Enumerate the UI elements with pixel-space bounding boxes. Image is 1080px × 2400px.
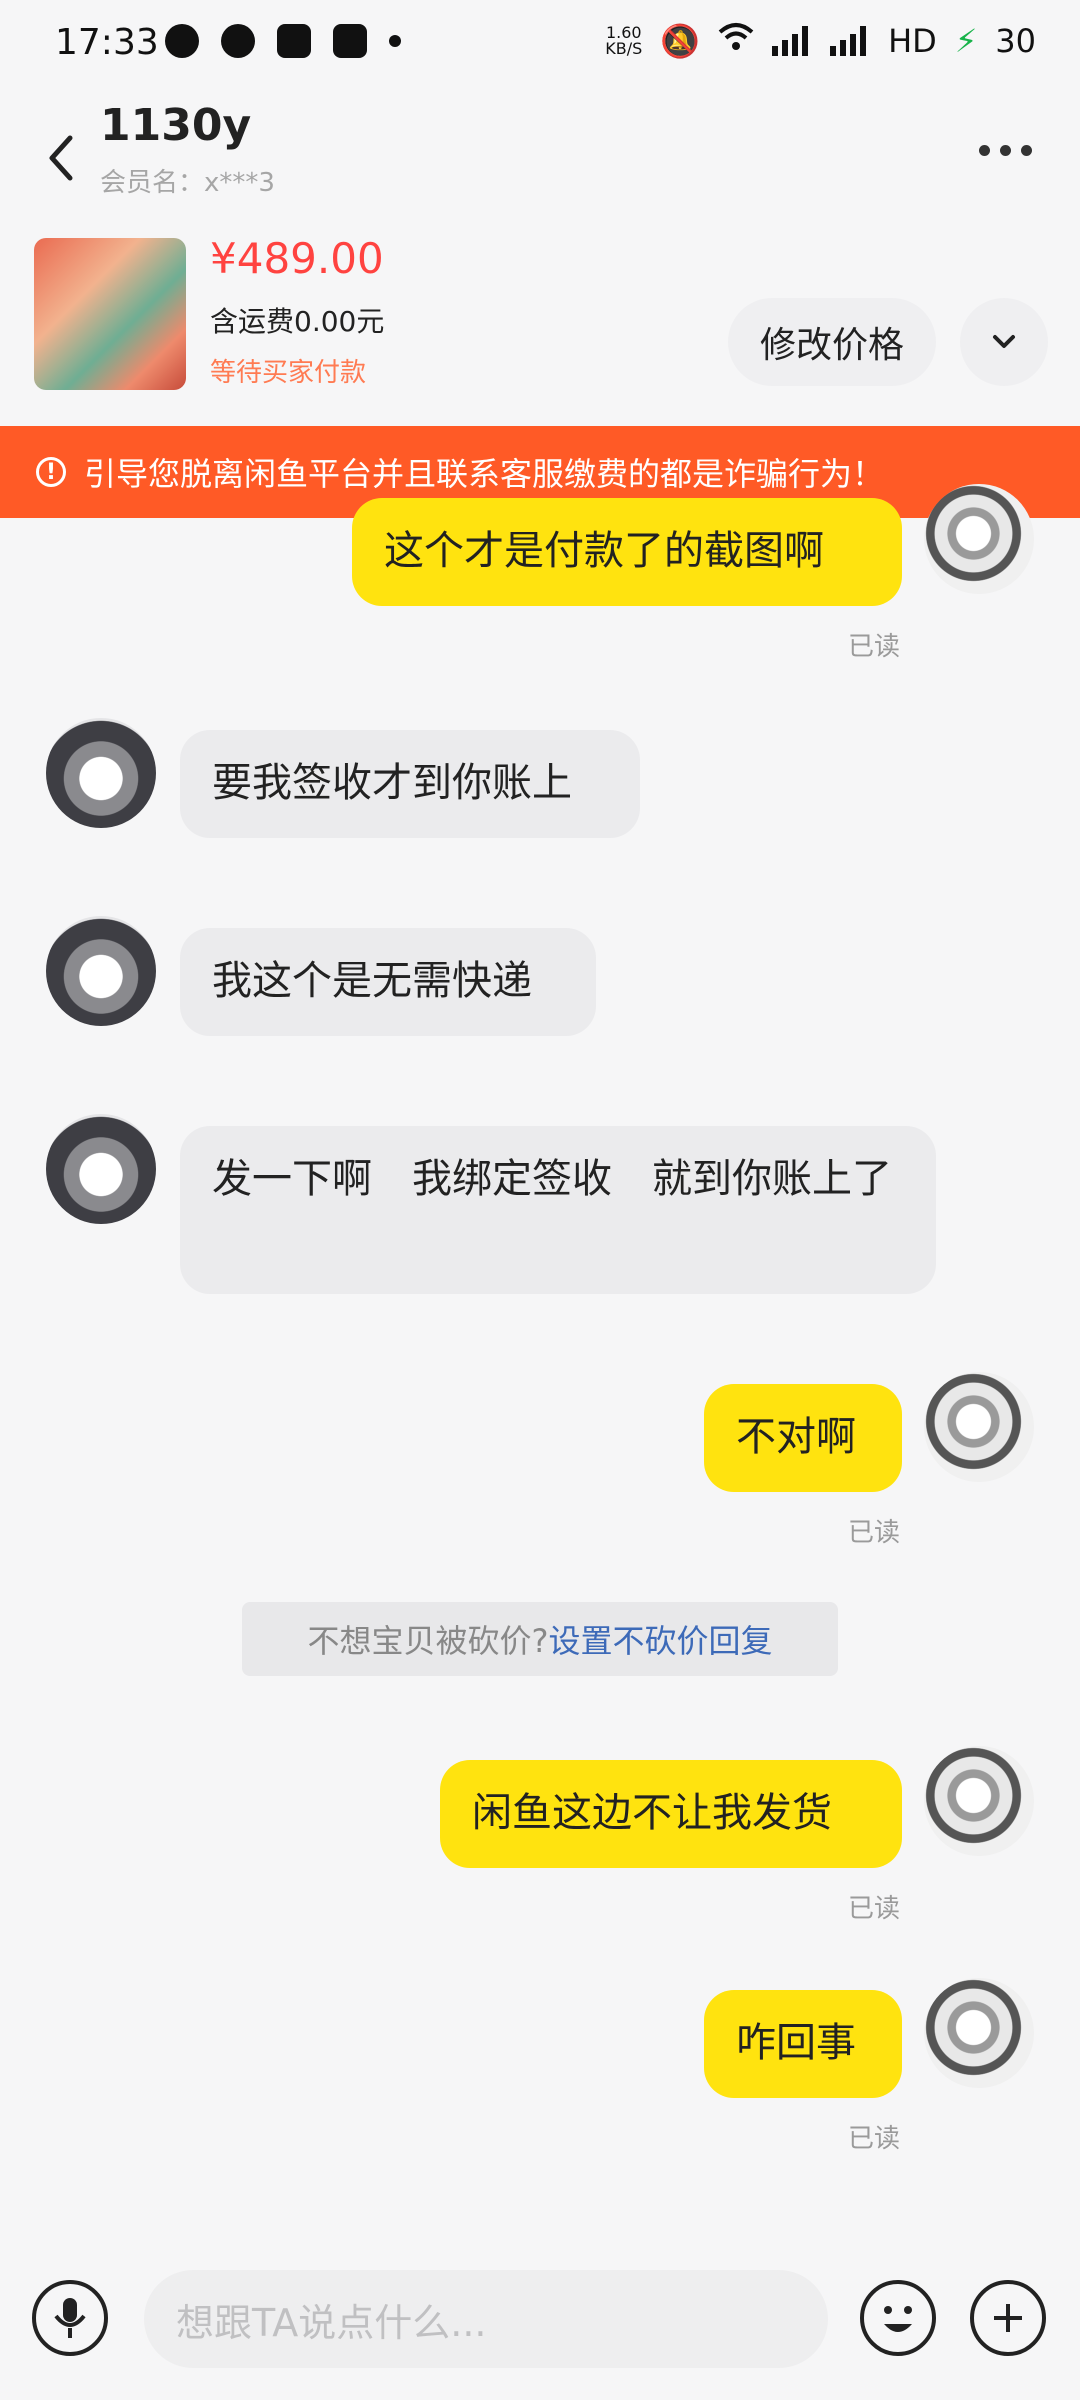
hd-icon: HD (888, 22, 937, 60)
contact-avatar[interactable] (46, 1114, 156, 1224)
modify-price-button[interactable]: 修改价格 (728, 298, 936, 386)
mute-icon: 🔕 (660, 22, 701, 60)
status-app-icons (165, 24, 401, 58)
wifi-icon (718, 22, 754, 60)
warning-icon: ! (36, 457, 66, 487)
more-options-button[interactable] (970, 130, 1040, 170)
message-bubble-outgoing[interactable]: 不对啊 (704, 1384, 902, 1492)
member-name: 会员名：x***3 (100, 168, 275, 198)
more-notifications-dot (389, 35, 401, 47)
input-bar: 想跟TA说点什么... (0, 2230, 1080, 2400)
battery-level: 30 (995, 22, 1036, 60)
message-bubble-outgoing[interactable]: 咋回事 (704, 1990, 902, 2098)
chat-title: 1130y (100, 100, 252, 151)
my-avatar[interactable] (924, 1978, 1034, 2088)
shipping-fee: 含运费0.00元 (210, 305, 385, 338)
qq-icon (221, 24, 255, 58)
warning-text: 引导您脱离闲鱼平台并且联系客服缴费的都是诈骗行为！ (84, 455, 885, 493)
back-arrow-icon (49, 135, 73, 181)
status-right: 1.60 KB/S 🔕 HD ⚡ 30 (605, 22, 1036, 60)
gallery-icon (277, 24, 311, 58)
message-bubble-incoming[interactable]: 发一下啊 我绑定签收 就到你账上了 (180, 1126, 936, 1294)
signal-4g-icon (830, 26, 870, 56)
read-receipt: 已读 (848, 2124, 901, 2154)
my-avatar[interactable] (924, 484, 1034, 594)
back-button[interactable] (40, 110, 90, 200)
no-bargain-notice: 不想宝贝被砍价? 设置不砍价回复 (242, 1602, 838, 1676)
tieba-icon (333, 24, 367, 58)
message-bubble-incoming[interactable]: 我这个是无需快递 (180, 928, 596, 1036)
set-no-bargain-reply-link[interactable]: 设置不砍价回复 (548, 1616, 772, 1662)
expand-button[interactable] (960, 298, 1048, 386)
charging-icon: ⚡ (954, 22, 978, 60)
chat-header: 1130y 会员名：x***3 (0, 90, 1080, 220)
emoji-icon (884, 2306, 912, 2332)
more-actions-button[interactable] (970, 2280, 1046, 2356)
microphone-icon (54, 2298, 86, 2338)
message-bubble-outgoing[interactable]: 这个才是付款了的截图啊 (352, 498, 902, 606)
my-avatar[interactable] (924, 1746, 1034, 1856)
status-bar: 17:33 1.60 KB/S 🔕 HD ⚡ 30 (0, 0, 1080, 90)
message-input[interactable]: 想跟TA说点什么... (144, 2270, 828, 2368)
my-avatar[interactable] (924, 1372, 1034, 1482)
read-receipt: 已读 (848, 632, 901, 662)
order-status: 等待买家付款 (210, 358, 367, 388)
contact-avatar[interactable] (46, 916, 156, 1026)
read-receipt: 已读 (848, 1894, 901, 1924)
status-time: 17:33 (55, 22, 159, 63)
signal-5g-icon (772, 26, 812, 56)
product-thumbnail[interactable] (34, 238, 186, 390)
message-bubble-incoming[interactable]: 要我签收才到你账上 (180, 730, 640, 838)
wechat-icon (165, 24, 199, 58)
read-receipt: 已读 (848, 1518, 901, 1548)
more-dots-icon (978, 144, 990, 156)
plus-icon (994, 2304, 1022, 2332)
message-bubble-outgoing[interactable]: 闲鱼这边不让我发货 (440, 1760, 902, 1868)
notice-text: 不想宝贝被砍价? (307, 1622, 549, 1660)
product-card[interactable]: ¥489.00 含运费0.00元 等待买家付款 修改价格 (0, 220, 1080, 425)
contact-avatar[interactable] (46, 718, 156, 828)
product-price: ¥489.00 (210, 234, 384, 283)
voice-input-button[interactable] (32, 2280, 108, 2356)
network-speed: 1.60 KB/S (605, 23, 643, 58)
chevron-down-icon (993, 335, 1015, 348)
emoji-button[interactable] (860, 2280, 936, 2356)
